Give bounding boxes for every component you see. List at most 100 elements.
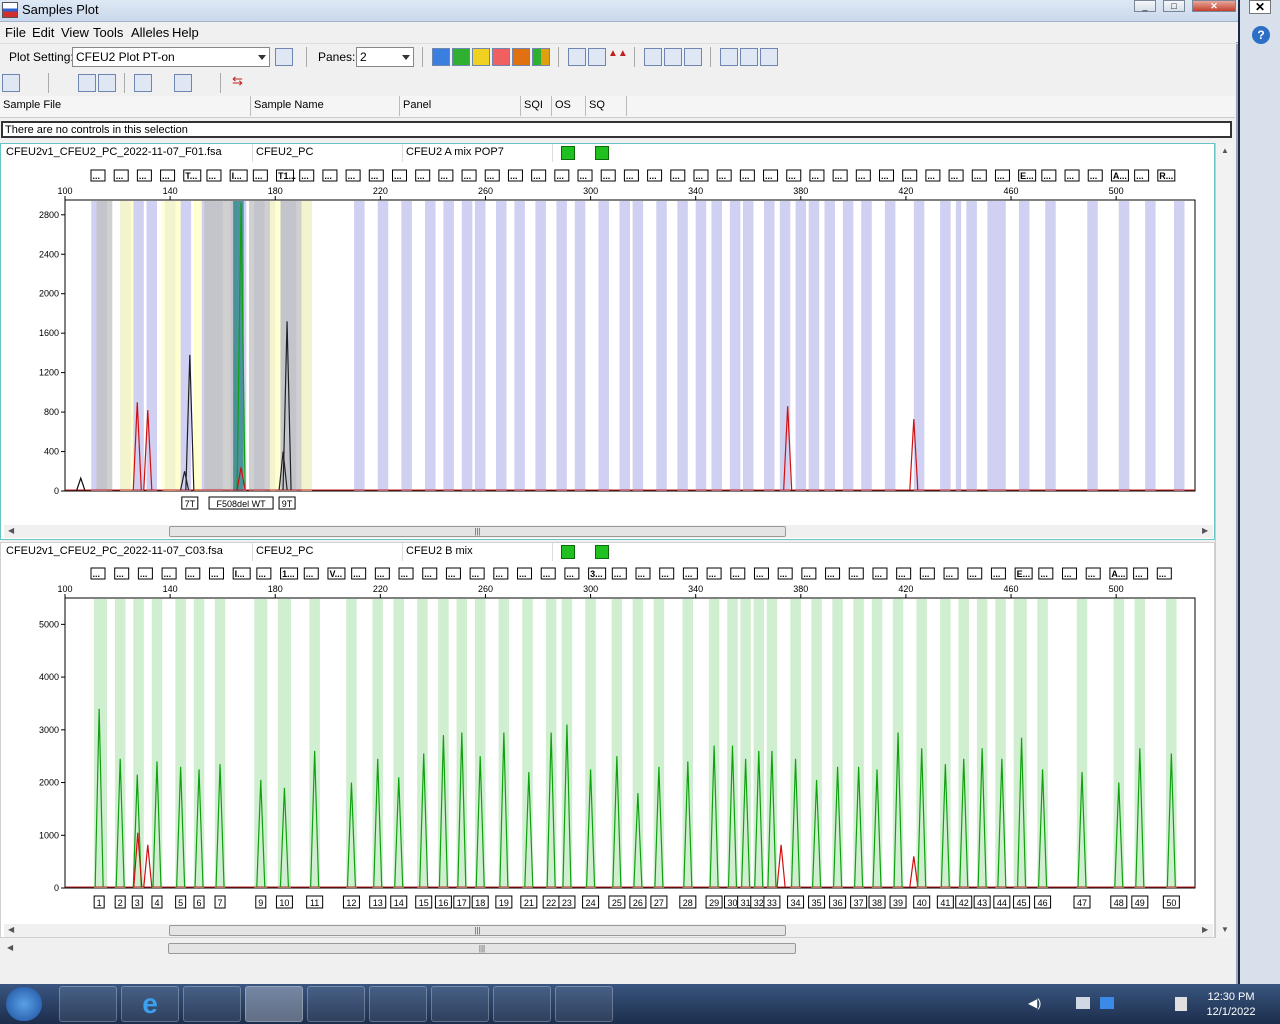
menu-file[interactable]: File [5, 25, 26, 40]
sizing-table-icon[interactable] [720, 48, 738, 66]
allele-label: 18 [471, 895, 489, 909]
scroll-down-icon[interactable]: ▼ [1221, 925, 1229, 934]
taskbar-genemapper-icon[interactable] [369, 986, 427, 1022]
scroll-up-icon[interactable]: ▲ [1221, 146, 1229, 155]
electropherogram-2[interactable]: .................. I...... 1...... V.......… [1, 563, 1214, 927]
allele-label-text: 41 [940, 898, 950, 908]
bin-label: ... [345, 169, 361, 182]
volume-icon[interactable]: ◀) [1028, 996, 1042, 1010]
col-panel[interactable]: Panel [400, 96, 521, 116]
allele-label-text: 31 [741, 898, 751, 908]
taskbar-calculator-icon[interactable] [183, 986, 241, 1022]
main-vscroll[interactable]: ▲ ▼ [1215, 143, 1233, 938]
pane-1-hscroll[interactable]: ◀ ||| ▶ [4, 525, 1213, 538]
col-os[interactable]: OS [552, 96, 586, 116]
col-sq[interactable]: SQ [586, 96, 627, 116]
bin-label-text: ... [1136, 171, 1144, 181]
peaks-view-icon[interactable] [154, 74, 172, 92]
allele-label-text: 38 [872, 898, 882, 908]
tray-app-icon[interactable] [1100, 997, 1114, 1009]
menu-help[interactable]: Help [172, 25, 199, 40]
show-bins-icon[interactable] [568, 48, 586, 66]
bin-label-text: ... [898, 569, 906, 579]
bin [393, 599, 404, 888]
scroll-left-icon[interactable]: ◀ [8, 526, 14, 535]
pane-2-hscroll-thumb[interactable]: ||| [169, 925, 786, 936]
fit-view-icon[interactable] [98, 74, 116, 92]
taskbar-clock[interactable]: 12:30 PM 12/1/2022 [1198, 990, 1264, 1020]
bin-label: ... [623, 169, 639, 182]
scroll-left-icon[interactable]: ◀ [8, 925, 14, 934]
taskbar-explorer-icon[interactable] [307, 986, 365, 1022]
bin-label: ... [114, 567, 130, 580]
minimize-button[interactable]: _ [1134, 0, 1156, 12]
start-button-icon[interactable] [6, 987, 42, 1021]
menu-tools[interactable]: Tools [93, 25, 123, 40]
bin [1145, 201, 1156, 491]
bin-label: ... [374, 567, 390, 580]
bin-label: ... [415, 169, 431, 182]
genotype-table-icon[interactable] [740, 48, 758, 66]
sync-arrows-icon[interactable]: ⇆ [232, 74, 250, 92]
scroll-right-icon[interactable]: ▶ [1202, 925, 1208, 934]
bar-chart-icon[interactable] [2, 74, 20, 92]
maximize-button[interactable]: □ [1163, 0, 1185, 12]
genotype-quality-icon [595, 545, 609, 559]
close-icon[interactable]: ✕ [1249, 0, 1271, 14]
add-bin-icon[interactable] [174, 74, 192, 92]
pane-2-hscroll[interactable]: ◀ ||| ▶ [4, 924, 1213, 937]
allele-label: 37 [850, 895, 868, 909]
main-hscroll-thumb[interactable]: ||| [168, 943, 796, 954]
taskbar-browser-icon[interactable]: e [121, 986, 179, 1022]
marker-icon[interactable] [22, 74, 40, 92]
green-dye-toggle-icon[interactable] [452, 48, 470, 66]
allele-table-icon[interactable] [760, 48, 778, 66]
main-hscroll[interactable]: ◀ ||| [3, 942, 1212, 955]
plot-settings-editor-icon[interactable] [275, 48, 293, 66]
bins-view-icon[interactable] [134, 74, 152, 92]
bin-label-text: 3... [590, 569, 603, 579]
menu-edit[interactable]: Edit [32, 25, 54, 40]
taskbar-paint-icon[interactable] [555, 986, 613, 1022]
overlay-peaks-icon[interactable] [644, 48, 662, 66]
pane-1-hscroll-thumb[interactable]: ||| [169, 526, 786, 537]
taskbar-desktop-icon[interactable] [59, 986, 117, 1022]
x-tick-label: 220 [373, 584, 388, 594]
all-dyes-toggle-icon[interactable] [532, 48, 550, 66]
y-tick-label: 0 [54, 486, 59, 496]
electropherogram-1[interactable]: ............ T...... I...... T1............… [1, 164, 1214, 529]
show-peaks-icon[interactable] [588, 48, 606, 66]
taskbar-samples-plot-icon[interactable] [245, 986, 303, 1022]
bin-label-text: ... [951, 171, 959, 181]
allele-markers-icon[interactable]: ▲▲ [608, 48, 628, 66]
menu-view[interactable]: View [61, 25, 89, 40]
taskbar-app-icon[interactable] [431, 986, 489, 1022]
help-icon[interactable]: ? [1252, 26, 1270, 44]
menu-alleles[interactable]: Alleles [131, 25, 169, 40]
network-icon[interactable] [1076, 997, 1090, 1009]
col-sample-file[interactable]: Sample File [0, 96, 251, 116]
panes-select[interactable]: 2 [356, 47, 414, 67]
bin-label-text: ... [519, 569, 527, 579]
delete-bin-icon[interactable] [194, 74, 212, 92]
zoom-peaks-icon[interactable] [58, 74, 76, 92]
separate-peaks-icon[interactable] [684, 48, 702, 66]
orange-dye-toggle-icon[interactable] [512, 48, 530, 66]
taskbar-image-viewer-icon[interactable] [493, 986, 551, 1022]
red-dye-toggle-icon[interactable] [492, 48, 510, 66]
flag-icon[interactable] [1175, 997, 1187, 1011]
full-view-icon[interactable] [78, 74, 96, 92]
bin-label-text: ... [348, 171, 356, 181]
close-button[interactable]: ✕ [1192, 0, 1236, 12]
y-tick-label: 2800 [39, 210, 59, 220]
allele-label-text: 12 [346, 898, 356, 908]
col-sample-name[interactable]: Sample Name [251, 96, 400, 116]
yellow-dye-toggle-icon[interactable] [472, 48, 490, 66]
blue-dye-toggle-icon[interactable] [432, 48, 450, 66]
col-sqi[interactable]: SQI [521, 96, 552, 116]
plot-setting-select[interactable]: CFEU2 Plot PT-on [72, 47, 270, 67]
bin-label-text: ... [1067, 171, 1075, 181]
scroll-right-icon[interactable]: ▶ [1202, 526, 1208, 535]
scroll-left-icon[interactable]: ◀ [7, 943, 13, 952]
stack-peaks-icon[interactable] [664, 48, 682, 66]
